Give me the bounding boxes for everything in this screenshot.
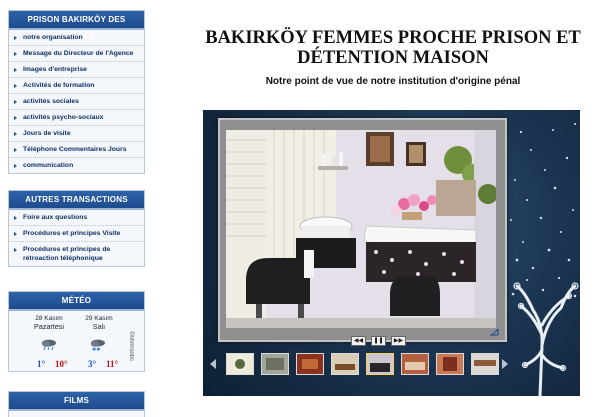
main-menu-box: PRISON BAKIRKÖY DES FEMMES notre organis… bbox=[8, 10, 145, 174]
weather-day-2: 29 Kasım Salı bbox=[79, 315, 119, 331]
menu-item-communication[interactable]: communication bbox=[9, 158, 144, 173]
arrow-bullet-icon bbox=[14, 68, 17, 72]
pause-button[interactable]: ❚❚ bbox=[371, 336, 386, 346]
weather-day-name: Pazartesi bbox=[34, 322, 64, 331]
thumbnail-2[interactable] bbox=[261, 353, 289, 375]
menu-item-faq[interactable]: Foire aux questions bbox=[9, 210, 144, 226]
menu-item-training[interactable]: Activités de formation bbox=[9, 78, 144, 94]
weather-day-1: 28 Kasım Pazartesi bbox=[29, 315, 69, 331]
previous-button[interactable]: ◀◀ bbox=[351, 336, 366, 346]
films-box: FILMS bbox=[8, 391, 145, 417]
resize-icon[interactable] bbox=[489, 328, 499, 336]
weather-title: MÉTÉO bbox=[9, 292, 144, 311]
weather-day-name: Salı bbox=[92, 322, 106, 331]
slideshow-frame: ◀◀ ❚❚ ▶▶ bbox=[218, 118, 507, 346]
svg-text:✱✱: ✱✱ bbox=[92, 347, 101, 351]
menu-item-director-message[interactable]: Message du Directeur de l'Agence bbox=[9, 46, 144, 62]
cloud-rain-icon bbox=[42, 339, 56, 351]
menu-item-visit-days[interactable]: Jours de visite bbox=[9, 126, 144, 142]
cloud-snow-icon: ✱✱ bbox=[91, 339, 105, 351]
weather-low-temp-1: 1° bbox=[37, 359, 46, 369]
arrow-bullet-icon bbox=[14, 116, 17, 120]
thumbnail-4[interactable] bbox=[331, 353, 359, 375]
thumb-left-arrow-icon[interactable] bbox=[210, 359, 216, 369]
thumbnail-8[interactable] bbox=[471, 353, 499, 375]
image-gallery: ◀◀ ❚❚ ▶▶ bbox=[203, 110, 580, 396]
thumbnail-1[interactable] bbox=[226, 353, 254, 375]
weather-high-temp-2: 11° bbox=[106, 359, 119, 369]
arrow-bullet-icon bbox=[14, 100, 17, 104]
weather-low-temp-2: 3° bbox=[88, 359, 97, 369]
menu-item-phone-procedures[interactable]: Procédures et principes de rétroaction t… bbox=[9, 242, 144, 266]
thumbnail-3[interactable] bbox=[296, 353, 324, 375]
arrow-bullet-icon bbox=[14, 148, 17, 152]
main-menu-list: notre organisation Message du Directeur … bbox=[9, 30, 144, 173]
arrow-bullet-icon bbox=[14, 164, 17, 168]
arrow-bullet-icon bbox=[14, 132, 17, 136]
arrow-bullet-icon bbox=[14, 84, 17, 88]
thumbnail-strip bbox=[210, 353, 508, 375]
page-title: BAKIRKÖY FEMMES PROCHE PRISON ET DÉTENTI… bbox=[205, 28, 581, 68]
menu-item-phone-days[interactable]: Téléphone Commentaires Jours bbox=[9, 142, 144, 158]
weather-box: MÉTÉO 28 Kasım Pazartesi 1° 10° 29 Kasım… bbox=[8, 291, 145, 372]
salon-illustration bbox=[226, 130, 496, 328]
arrow-bullet-icon bbox=[14, 248, 17, 252]
menu-item-psycho-social[interactable]: activités psycho-sociaux bbox=[9, 110, 144, 126]
transactions-title: AUTRES TRANSACTIONS bbox=[9, 191, 144, 210]
thumbnail-5[interactable] bbox=[366, 353, 394, 375]
next-button[interactable]: ▶▶ bbox=[391, 336, 406, 346]
tree-decoration bbox=[510, 123, 579, 396]
films-title: FILMS bbox=[9, 392, 144, 411]
arrow-bullet-icon bbox=[14, 232, 17, 236]
main-menu-title: PRISON BAKIRKÖY DES FEMMES bbox=[9, 11, 144, 41]
weather-high-temp-1: 10° bbox=[55, 359, 68, 369]
transactions-box: AUTRES TRANSACTIONS Foire aux questions … bbox=[8, 190, 145, 267]
menu-item-organisation[interactable]: notre organisation bbox=[9, 30, 144, 46]
thumb-right-arrow-icon[interactable] bbox=[502, 359, 508, 369]
arrow-bullet-icon bbox=[14, 52, 17, 56]
arrow-bullet-icon bbox=[14, 216, 17, 220]
menu-item-visit-procedures[interactable]: Procédures et principes Visite bbox=[9, 226, 144, 242]
thumbnail-7[interactable] bbox=[436, 353, 464, 375]
salon-photo[interactable] bbox=[226, 130, 496, 328]
arrow-bullet-icon bbox=[14, 36, 17, 40]
thumbnail-6[interactable] bbox=[401, 353, 429, 375]
weather-widget: 28 Kasım Pazartesi 1° 10° 29 Kasım Salı … bbox=[9, 311, 144, 371]
weather-provider-logo[interactable]: ©ntvmsnbc bbox=[128, 331, 134, 361]
menu-item-social[interactable]: activités sociales bbox=[9, 94, 144, 110]
page-subtitle: Notre point de vue de notre institution … bbox=[265, 76, 521, 87]
menu-item-company-images[interactable]: Images d'entreprise bbox=[9, 62, 144, 78]
